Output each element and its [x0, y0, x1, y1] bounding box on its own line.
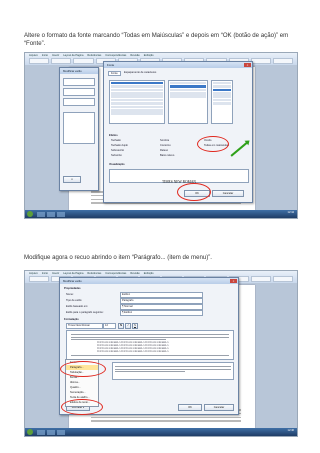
clock: 12:44 [287, 211, 295, 214]
ok-button[interactable]: OK [178, 404, 202, 411]
font-preview: TIMES NEW ROMAN [109, 169, 249, 184]
ribbon-tab[interactable]: Início [42, 272, 48, 275]
style-type-label: Tipo de estilo: [66, 299, 83, 302]
taskbar-app[interactable] [57, 211, 65, 217]
ribbon-tab[interactable]: Exibição [144, 272, 154, 275]
taskbar-app[interactable] [37, 429, 45, 435]
preview-box [63, 112, 95, 144]
ribbon-tab[interactable]: Correspondências [105, 54, 126, 57]
dialog-title: Fonte [104, 62, 252, 68]
taskbar-app[interactable] [47, 211, 55, 217]
screenshot-font-dialog: Arquivo Início Inserir Layout da Página … [24, 52, 298, 219]
based-on-label: Estilo baseado em: [66, 305, 89, 308]
font-dialog: Fonte × Fonte Espaçamento de caracteres … [103, 61, 253, 203]
effect-superscript[interactable]: Sobrescrito [111, 149, 124, 152]
cancel-button[interactable]: Cancelar [212, 190, 244, 197]
style-description [112, 362, 234, 380]
instruction-text-font: Altere o formato da fonte marcando “Toda… [24, 32, 289, 47]
start-button[interactable] [27, 211, 33, 217]
format-toolbar: N I S [118, 323, 138, 329]
effect-outline[interactable]: Contorno [160, 144, 171, 147]
ribbon-tab[interactable]: Revisão [130, 272, 139, 275]
start-button[interactable] [27, 429, 33, 435]
format-button[interactable]: ▾ [63, 176, 81, 183]
ribbon-tab[interactable]: Layout da Página [63, 272, 83, 275]
italic-button[interactable]: I [125, 323, 131, 329]
preview-header: Visualização [109, 163, 125, 166]
modify-style-dialog: Modificar estilo ▾ [59, 67, 99, 191]
cancel-button[interactable]: Cancelar [204, 404, 234, 411]
next-style-label: Estilo para o parágrafo seguinte: [66, 311, 104, 314]
highlight-ok-button [177, 183, 211, 201]
instruction-text-paragraph: Modifique agora o recuo abrindo o item “… [24, 254, 212, 261]
tab-character-spacing[interactable]: Espaçamento de caracteres [124, 71, 156, 74]
font-size-list[interactable] [211, 80, 233, 124]
taskbar: 12:44 [25, 210, 297, 218]
taskbar: 12:46 [25, 428, 297, 436]
taskbar-app[interactable] [57, 429, 65, 435]
effect-shadow[interactable]: Sombra [160, 139, 169, 142]
tab-font[interactable]: Fonte [108, 71, 121, 76]
ribbon-tab[interactable]: Correspondências [105, 272, 126, 275]
ribbon-tab[interactable]: Referências [87, 272, 101, 275]
dialog-title: Modificar estilo [60, 68, 98, 74]
ribbon-tab[interactable]: Inserir [52, 272, 59, 275]
dialog-title: Modificar estilo [60, 278, 238, 284]
properties-header: Propriedades [64, 287, 81, 290]
font-list[interactable] [109, 80, 165, 124]
highlight-all-caps [197, 136, 229, 152]
font-select[interactable]: Times New Roman [66, 323, 103, 329]
ribbon-tab[interactable]: Layout da Página [63, 54, 83, 57]
ribbon-tab[interactable]: Exibição [144, 54, 154, 57]
effect-subscript[interactable]: Subscrito [111, 154, 122, 157]
name-field[interactable] [63, 78, 95, 86]
font-style-list[interactable] [168, 80, 208, 124]
ribbon-tab[interactable]: Revisão [130, 54, 139, 57]
close-icon[interactable]: × [244, 63, 251, 67]
effect-strikethrough[interactable]: Tachado [111, 139, 121, 142]
next-style-select[interactable]: ¶ Estilo1 [120, 310, 203, 316]
bold-button[interactable]: N [118, 323, 124, 329]
ribbon-tab[interactable]: Inserir [52, 54, 59, 57]
size-select[interactable]: 12 [103, 323, 116, 329]
effect-double-strikethrough[interactable]: Tachado duplo [111, 144, 128, 147]
formatting-header: Formatação [64, 318, 79, 321]
close-icon[interactable]: × [230, 279, 237, 283]
ribbon-tab[interactable]: Início [42, 54, 48, 57]
name-label: Nome: [66, 293, 74, 296]
underline-button[interactable]: S [132, 323, 138, 329]
ribbon-tab[interactable]: Arquivo [29, 272, 38, 275]
style-preview: TEXTO DE EXEMPLO TEXTO DE EXEMPLO TEXTO … [66, 330, 234, 360]
screenshot-modify-style: Arquivo Início Inserir Layout da Página … [24, 270, 298, 437]
effect-emboss[interactable]: Relevo [160, 149, 168, 152]
effect-engrave[interactable]: Baixo relevo [160, 154, 174, 157]
sample-text-4: TEXTO DE EXEMPLO TEXTO DE EXEMPLO TEXTO … [97, 350, 169, 353]
based-on-field[interactable] [63, 98, 95, 106]
effects-header: Efeitos [109, 134, 118, 137]
ribbon-tab[interactable]: Arquivo [29, 54, 38, 57]
taskbar-app[interactable] [47, 429, 55, 435]
ribbon-tab[interactable]: Referências [87, 54, 101, 57]
style-type-field[interactable] [63, 88, 95, 96]
taskbar-app[interactable] [37, 211, 45, 217]
highlight-format-button [61, 399, 103, 415]
highlight-paragraph-item [60, 361, 106, 377]
clock: 12:46 [287, 429, 295, 432]
